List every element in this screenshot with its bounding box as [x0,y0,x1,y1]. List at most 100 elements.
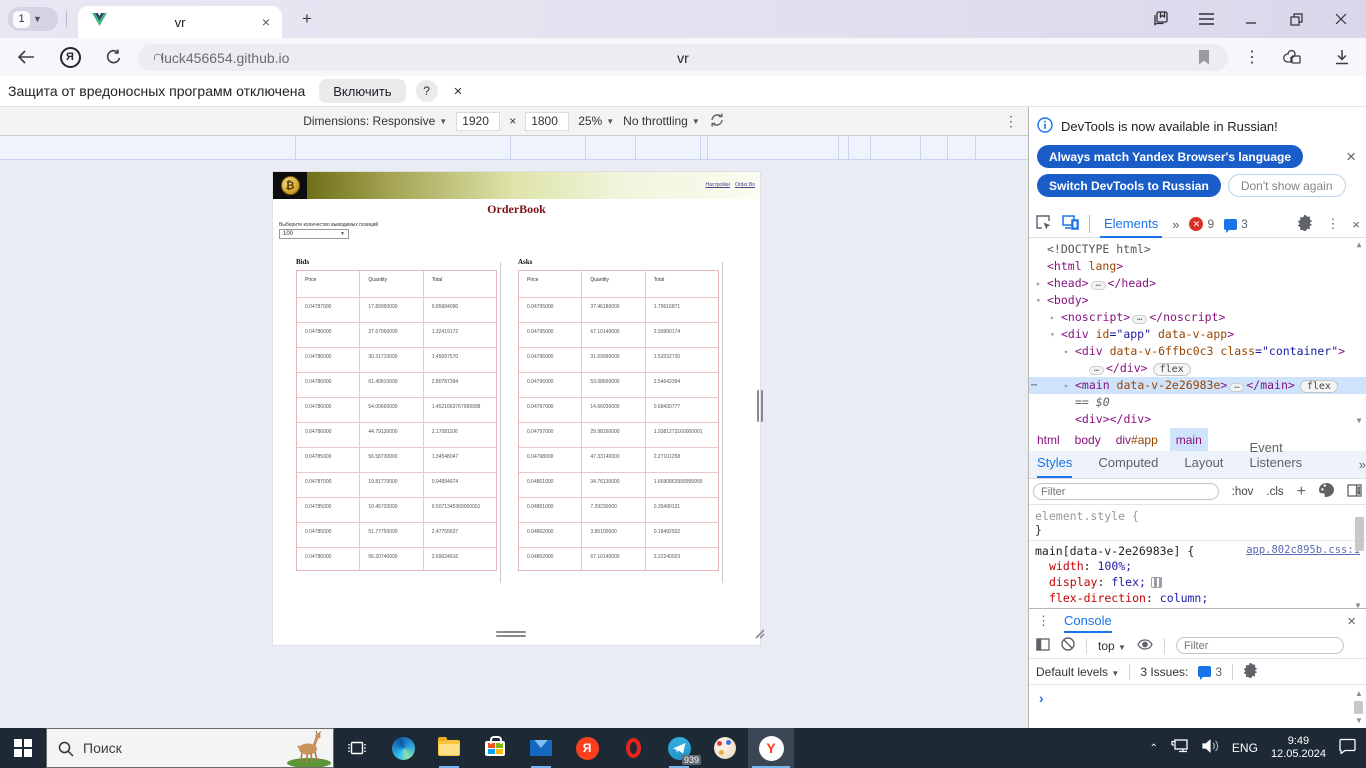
help-button[interactable]: ? [415,80,438,102]
bids-row[interactable]: 0.04786000 27.67060000 1.32419172 [297,323,496,348]
node-actions-icon[interactable]: ⋯ [1031,377,1037,394]
collapsed-arrow-icon[interactable]: ▸ [1064,343,1069,360]
bids-row[interactable]: 0.04786000 44.79130000 2.17081106 [297,423,496,448]
flex-editor-icon[interactable] [1150,577,1162,588]
throttling-select[interactable]: No throttling ▼ [623,114,700,128]
dom-tree-node[interactable]: ▸ <noscript>… </noscript> [1029,309,1366,326]
new-style-rule-icon[interactable]: + [1297,483,1306,501]
expand-ellipsis-button[interactable]: … [1229,382,1245,392]
maximize-icon[interactable] [1281,0,1311,38]
dom-tree-node[interactable]: ⋯ ▸ <main data-v-2e26983e>… </main> flex [1029,377,1366,394]
panel-tab-computed[interactable]: Computed [1098,455,1158,478]
console-filter-input[interactable] [1175,637,1344,654]
media-query-bar[interactable] [0,136,1269,160]
scrollbar-thumb[interactable] [1354,701,1363,714]
breadcrumb-item[interactable]: html [1037,433,1060,447]
browser-tab[interactable]: vr × [78,6,282,38]
expand-ellipsis-button[interactable]: … [1132,314,1148,324]
expand-ellipsis-button[interactable]: … [1090,280,1106,290]
more-tabs-icon[interactable]: » [1172,217,1179,232]
network-icon[interactable] [1171,738,1189,758]
taskbar-app-store[interactable] [472,728,518,768]
dom-tree-node[interactable]: ▾ <body> [1029,292,1366,309]
toggle-hover-state[interactable]: :hov [1232,486,1254,498]
viewport-width-input[interactable] [456,111,501,131]
flex-badge[interactable]: flex [1152,363,1191,376]
rendering-emulation-icon[interactable] [1319,483,1334,500]
inspect-element-icon[interactable] [1035,214,1052,234]
nav-link-orderbook[interactable]: Order.Bo [735,182,755,188]
action-center-icon[interactable] [1339,738,1356,759]
asks-row[interactable]: 0.04801000 34.76130000 1.6690863999999999 [519,473,718,498]
taskbar-app-edge[interactable] [380,728,426,768]
asks-row[interactable]: 0.04796000 53.08660000 2.54643394 [519,373,718,398]
issues-count-label[interactable]: 3 Issues: [1140,665,1188,679]
positions-count-select[interactable]: 100 ▼ [279,229,349,239]
asks-row[interactable]: 0.04802000 3.85100000 0.18492502 [519,523,718,548]
bids-row[interactable]: 0.04785000 10.45720000 0.5071345360000001 [297,498,496,523]
menu-icon[interactable] [1191,0,1221,38]
taskbar-app-opera[interactable] [610,728,656,768]
css-source-link[interactable]: app.802c895b.css:1 [1246,544,1360,558]
scroll-up-icon[interactable]: ▲ [1353,689,1365,698]
elements-tree[interactable]: ▲ ▼ <!DOCTYPE html> <html lang> ▸ <head>… </… [1029,238,1366,428]
collapsed-arrow-icon[interactable]: ▸ [1064,377,1069,394]
scroll-up-icon[interactable]: ▲ [1352,484,1364,493]
dom-tree-node[interactable]: <!DOCTYPE html> [1029,241,1366,258]
bids-row[interactable]: 0.04785000 56.58730000 1.34548047 [297,448,496,473]
close-window-icon[interactable] [1326,0,1356,38]
styles-pane[interactable]: element.style { } main[data-v-2e26983e] … [1029,505,1366,612]
collapsed-arrow-icon[interactable]: ▸ [1036,275,1041,292]
bitcoin-logo[interactable]: ₿ [273,172,307,199]
viewport-resize-handle-right[interactable] [757,390,764,422]
nav-link-settings[interactable]: Настройки [705,182,730,188]
dom-tree-node[interactable]: … </div> flex [1029,360,1366,377]
bookmarks-panel-icon[interactable] [1146,0,1176,38]
address-bar[interactable]: luck456654.github.io vr [138,44,1228,71]
css-property[interactable]: display: flex; [1029,574,1366,590]
issues-badge[interactable]: 3 [1224,217,1248,233]
breadcrumb-item[interactable]: body [1075,433,1101,447]
css-rule-selector[interactable]: main[data-v-2e26983e] { [1035,544,1194,558]
asks-row[interactable]: 0.04797000 14.66030000 0.68430777 [519,398,718,423]
taskbar-app-explorer[interactable] [426,728,472,768]
dom-tree-node[interactable]: ▸ <div data-v-6ffbc0c3 class="container"> [1029,343,1366,360]
asks-row[interactable]: 0.04797000 29.98160000 1.9381273160000001 [519,423,718,448]
bookmark-icon[interactable] [1198,50,1210,70]
asks-row[interactable]: 0.04802000 67.10140000 3.22240923 [519,548,718,570]
console-sidebar-icon[interactable] [1036,637,1050,654]
extensions-icon[interactable] [1280,45,1304,69]
bids-row[interactable]: 0.04785000 51.77750000 2.47755637 [297,523,496,548]
dom-tree-node[interactable]: ▸ <head>… </head> [1029,275,1366,292]
log-levels-select[interactable]: Default levels ▼ [1036,665,1119,679]
taskbar-app-mail[interactable] [518,728,564,768]
asks-row[interactable]: 0.04798000 47.33140000 2.27101258 [519,448,718,473]
collapsed-arrow-icon[interactable]: ▸ [1050,309,1055,326]
devtools-kebab-icon[interactable]: ⋮ [1326,216,1339,232]
css-property[interactable]: flex-direction: column; [1029,590,1366,606]
zoom-select[interactable]: 25% ▼ [578,114,614,128]
toggle-device-toolbar-icon[interactable] [1062,215,1079,233]
console-prompt-chevron[interactable]: › [1039,690,1044,706]
devtools-settings-gear-icon[interactable] [1297,214,1313,234]
taskbar-app-paint[interactable] [702,728,748,768]
dom-tree-node[interactable]: <div></div> [1029,411,1366,428]
panel-tab-styles[interactable]: Styles [1037,455,1073,478]
taskbar-clock[interactable]: 9:49 12.05.2024 [1271,735,1326,761]
dimensions-select[interactable]: Dimensions: Responsive ▼ [303,114,447,128]
bids-row[interactable]: 0.04786000 54.00660000 1.4521663767999998 [297,398,496,423]
asks-row[interactable]: 0.04795000 37.46180000 1.79616871 [519,298,718,323]
viewport-height-input[interactable] [525,111,570,131]
console-settings-gear-icon[interactable] [1243,662,1258,681]
taskbar-app-yandex-browser[interactable]: Y [748,728,794,768]
yandex-search-icon[interactable]: Я [58,45,82,69]
match-language-button[interactable]: Always match Yandex Browser's language [1037,145,1304,168]
bids-row[interactable]: 0.04787000 17.89990000 0.85684090 [297,298,496,323]
reload-icon[interactable] [102,45,126,69]
expanded-arrow-icon[interactable]: ▾ [1050,326,1055,343]
toggle-class[interactable]: .cls [1266,486,1283,498]
panel-tab-layout[interactable]: Layout [1184,455,1223,478]
drawer-kebab-icon[interactable]: ⋮ [1037,613,1050,629]
downloads-icon[interactable] [1330,45,1354,69]
bids-row[interactable]: 0.04786000 30.31710000 1.45097570 [297,348,496,373]
